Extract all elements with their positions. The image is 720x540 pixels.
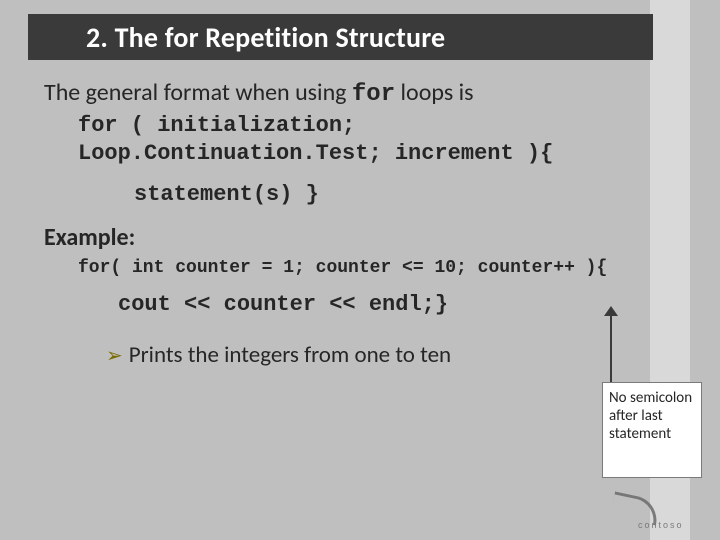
general-format-line: The general format when using for loops … [44,78,664,108]
note-text: No semicolon after last statement [609,389,692,443]
logo: contoso [612,490,702,530]
logo-text: contoso [638,520,684,530]
code-line-2: Loop.Continuation.Test; increment ){ [78,140,664,168]
bullet-line: ➢ Prints the integers from one to ten [106,341,664,369]
slide-title-text: 2. The for Repetition Structure [86,20,445,55]
general-a: The general format when using [44,78,352,107]
example-label: Example: [44,223,664,252]
general-b: loops is [395,78,473,107]
code-line-3: statement(s) } [134,181,664,209]
slide-title: 2. The for Repetition Structure [28,14,653,60]
code-line-1: for ( initialization; [78,112,664,140]
bullet-arrow-icon: ➢ [106,343,123,368]
note-callout: No semicolon after last statement [602,382,702,478]
code-block-format: for ( initialization; Loop.Continuation.… [78,112,664,209]
content-area: The general format when using for loops … [44,78,664,369]
bullet-text: Prints the integers from one to ten [129,341,451,369]
slide: 2. The for Repetition Structure The gene… [0,0,720,540]
arrow-line [610,314,612,382]
example-code-1: for( int counter = 1; counter <= 10; cou… [78,258,664,278]
example-code-2: cout << counter << endl;} [118,292,664,317]
for-keyword: for [352,81,395,108]
